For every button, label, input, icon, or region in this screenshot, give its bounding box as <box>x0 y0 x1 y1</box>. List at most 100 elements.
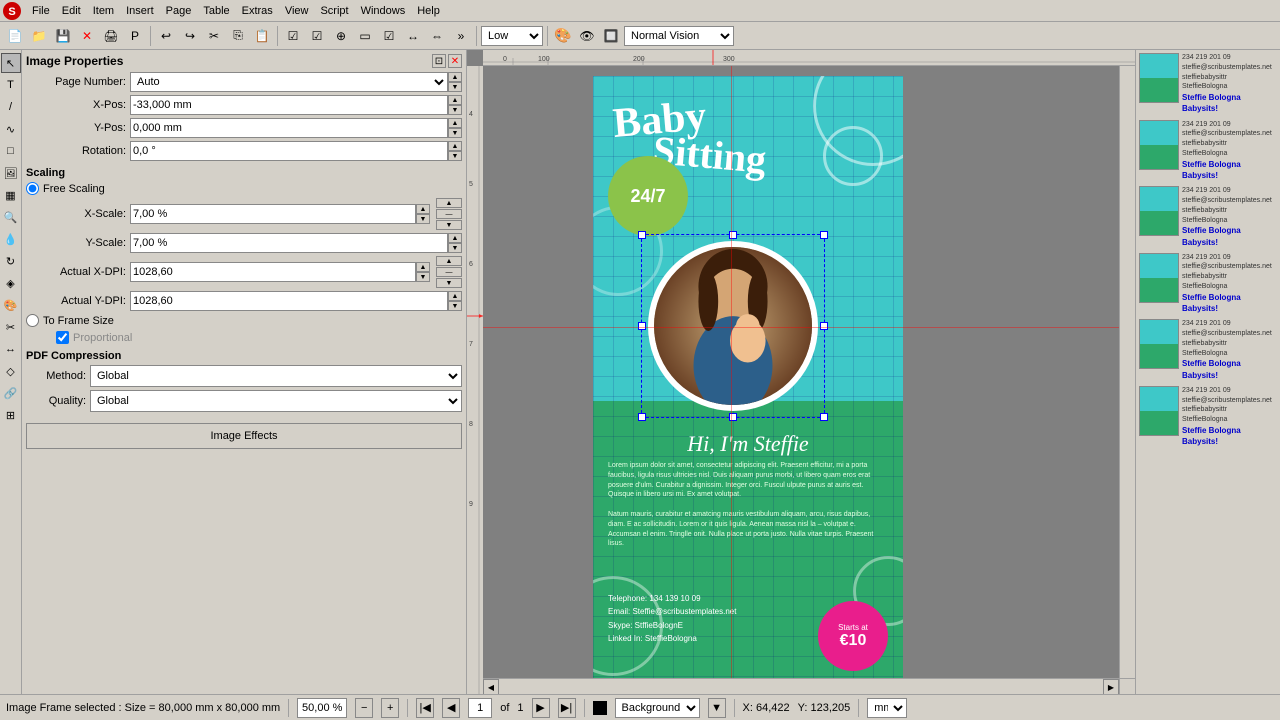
sel-handle-tl[interactable] <box>638 231 646 239</box>
x-scale-input[interactable] <box>130 204 416 224</box>
x-scale-spin-down[interactable]: ▼ <box>416 214 430 224</box>
tb-check2[interactable]: ☑ <box>306 25 328 47</box>
unit-select[interactable]: mminpt <box>867 698 907 718</box>
menu-item[interactable]: Item <box>87 3 120 19</box>
method-select[interactable]: GlobalJPEGZIPNone <box>90 365 462 387</box>
quality-select[interactable]: GlobalMaximumHighMediumLowMinimum <box>90 390 462 412</box>
tb-close[interactable]: ✕ <box>76 25 98 47</box>
tool-gradient[interactable]: ◈ <box>1 273 21 293</box>
menu-help[interactable]: Help <box>411 3 446 19</box>
menu-script[interactable]: Script <box>314 3 354 19</box>
actual-y-dpi-spin-down[interactable]: ▼ <box>448 301 462 311</box>
sel-handle-tr[interactable] <box>820 231 828 239</box>
tb-snap[interactable]: ⊕ <box>330 25 352 47</box>
tb-paste[interactable]: 📋 <box>251 25 273 47</box>
tool-rotate[interactable]: ↻ <box>1 251 21 271</box>
tb-check1[interactable]: ☑ <box>282 25 304 47</box>
page-last-btn[interactable]: ▶| <box>558 698 576 718</box>
actual-x-dpi-input[interactable] <box>130 262 416 282</box>
sel-handle-ml[interactable] <box>638 322 646 330</box>
zoom-in-btn[interactable]: + <box>381 698 399 718</box>
tool-scissors[interactable]: ✂ <box>1 317 21 337</box>
dpi-link-bot[interactable]: ▼ <box>436 278 462 288</box>
zoom-preset-select[interactable]: LowNormalHigh <box>481 26 543 46</box>
tool-line[interactable]: / <box>1 97 21 117</box>
y-scale-spin-up[interactable]: ▲ <box>448 233 462 243</box>
sel-handle-mr[interactable] <box>820 322 828 330</box>
scale-link-top[interactable]: ▲ <box>436 198 462 208</box>
page-prev-btn[interactable]: ◀ <box>442 698 460 718</box>
page-number-spin-down[interactable]: ▼ <box>448 82 462 92</box>
menu-view[interactable]: View <box>279 3 315 19</box>
scroll-left-btn[interactable]: ◀ <box>483 679 499 694</box>
tb-preview[interactable]: 👁 <box>576 25 598 47</box>
actual-y-dpi-spin-up[interactable]: ▲ <box>448 291 462 301</box>
sel-handle-bl[interactable] <box>638 413 646 421</box>
thumb-item-2[interactable]: 234 219 201 09 steffie@scribustemplates.… <box>1138 185 1278 249</box>
page-current-input[interactable] <box>468 698 492 718</box>
props-detach-btn[interactable]: ⊡ <box>432 54 446 68</box>
canvas-viewport[interactable]: Baby Sitting 24/7 <box>483 66 1135 694</box>
page-number-select[interactable]: Auto <box>130 72 448 92</box>
tb-color[interactable]: 🎨 <box>552 25 574 47</box>
menu-extras[interactable]: Extras <box>236 3 279 19</box>
tb-arrow2[interactable]: ⇔ <box>426 25 448 47</box>
menu-edit[interactable]: Edit <box>56 3 87 19</box>
tb-arrow1[interactable]: ↔ <box>402 25 424 47</box>
page-number-spin-up[interactable]: ▲ <box>448 72 462 82</box>
rotation-input[interactable] <box>130 141 448 161</box>
vertical-scrollbar[interactable] <box>1119 66 1135 678</box>
zoom-out-btn[interactable]: − <box>355 698 373 718</box>
horizontal-scrollbar[interactable]: ◀ ▶ <box>483 678 1119 694</box>
y-scale-input[interactable] <box>130 233 448 253</box>
x-pos-spin-down[interactable]: ▼ <box>448 105 462 115</box>
thumb-item-5[interactable]: 234 219 201 09 steffie@scribustemplates.… <box>1138 385 1278 449</box>
props-close-btn[interactable]: ✕ <box>448 54 462 68</box>
menu-insert[interactable]: Insert <box>120 3 160 19</box>
sel-handle-br[interactable] <box>820 413 828 421</box>
tool-table[interactable]: ▦ <box>1 185 21 205</box>
rotation-spin-down[interactable]: ▼ <box>448 151 462 161</box>
free-scaling-radio[interactable] <box>26 182 39 195</box>
actual-x-dpi-spin-up[interactable]: ▲ <box>416 262 430 272</box>
tb-new[interactable]: 📄 <box>4 25 26 47</box>
tool-shape[interactable]: □ <box>1 141 21 161</box>
tool-nodes[interactable]: ◇ <box>1 361 21 381</box>
tb-redo[interactable]: ↪ <box>179 25 201 47</box>
proportional-checkbox[interactable] <box>56 331 69 344</box>
tb-frame[interactable]: ▭ <box>354 25 376 47</box>
tool-bezier[interactable]: ∿ <box>1 119 21 139</box>
to-frame-size-radio[interactable] <box>26 314 39 327</box>
y-pos-spin-up[interactable]: ▲ <box>448 118 462 128</box>
menu-page[interactable]: Page <box>160 3 198 19</box>
thumb-item-0[interactable]: 234 219 201 09 steffie@scribustemplates.… <box>1138 52 1278 116</box>
tb-cut[interactable]: ✂ <box>203 25 225 47</box>
actual-x-dpi-spin-down[interactable]: ▼ <box>416 272 430 282</box>
scroll-right-btn[interactable]: ▶ <box>1103 679 1119 694</box>
sel-handle-tc[interactable] <box>729 231 737 239</box>
image-effects-button[interactable]: Image Effects <box>26 423 462 449</box>
scale-link-mid[interactable]: — <box>436 209 462 219</box>
tb-print[interactable]: 🖨 <box>100 25 122 47</box>
tool-image[interactable]: 🖼 <box>1 163 21 183</box>
tool-text[interactable]: T <box>1 75 21 95</box>
dpi-link-top[interactable]: ▲ <box>436 256 462 266</box>
x-scale-spin-up[interactable]: ▲ <box>416 204 430 214</box>
dpi-link-mid[interactable]: — <box>436 267 462 277</box>
page-first-btn[interactable]: |◀ <box>416 698 434 718</box>
tb-undo[interactable]: ↩ <box>155 25 177 47</box>
tb-expand[interactable]: » <box>450 25 472 47</box>
tool-link[interactable]: 🔗 <box>1 383 21 403</box>
tb-pdf[interactable]: P <box>124 25 146 47</box>
zoom-input[interactable] <box>297 698 347 718</box>
thumb-item-1[interactable]: 234 219 201 09 steffie@scribustemplates.… <box>1138 119 1278 183</box>
tb-open[interactable]: 📁 <box>28 25 50 47</box>
tb-copy[interactable]: ⎘ <box>227 25 249 47</box>
tb-save[interactable]: 💾 <box>52 25 74 47</box>
thumb-item-3[interactable]: 234 219 201 09 steffie@scribustemplates.… <box>1138 252 1278 316</box>
layer-expand-btn[interactable]: ▼ <box>708 698 726 718</box>
tool-misc[interactable]: ⊞ <box>1 405 21 425</box>
tool-arrow[interactable]: ↖ <box>1 53 21 73</box>
menu-windows[interactable]: Windows <box>355 3 412 19</box>
tb-vision[interactable]: 🔲 <box>600 25 622 47</box>
